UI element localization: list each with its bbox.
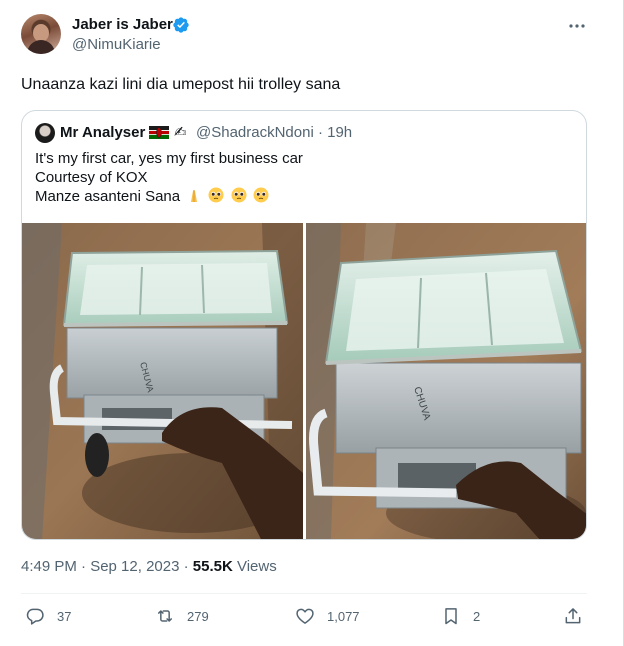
- reply-count: 37: [57, 609, 72, 624]
- quoted-handle-time[interactable]: @ShadrackNdoni · 19h: [196, 124, 352, 141]
- writing-hand-icon: ✍: [174, 124, 187, 141]
- tweet-actions: 37 279 1,077 2: [21, 600, 601, 636]
- quoted-text-line-3-text: Manze asanteni Sana: [35, 188, 181, 205]
- views-label: Views: [232, 558, 277, 575]
- folded-hands-icon: [191, 190, 198, 202]
- quoted-media: CHUVA CHUVA: [22, 223, 586, 539]
- trolley-photo-2-image: CHUVA: [306, 223, 586, 539]
- pleading-face-icon: [253, 187, 269, 203]
- kenya-flag-icon: [149, 126, 169, 139]
- heart-icon: [296, 608, 314, 624]
- tweet-timestamp: 4:49 PM · Sep 12, 2023 · 55.5K Views: [21, 558, 277, 575]
- author-handle[interactable]: @NimuKiarie: [72, 36, 161, 53]
- quoted-text-line-1: It's my first car, yes my first business…: [35, 150, 303, 167]
- quoted-text-line-3: Manze asanteni Sana: [35, 187, 269, 206]
- pleading-face-icon: [208, 187, 224, 203]
- tweet-text: Unaanza kazi lini dia umepost hii trolle…: [21, 76, 341, 93]
- action-divider: [21, 593, 587, 594]
- quoted-tweet[interactable]: Mr Analyser ✍ @ShadrackNdoni · 19h It's …: [21, 110, 587, 540]
- like-button[interactable]: 1,077: [291, 600, 391, 636]
- avatar-body: [27, 40, 55, 54]
- share-button[interactable]: [559, 600, 589, 636]
- quoted-author-name: Mr Analyser: [60, 124, 146, 141]
- trolley-photo-1-image: CHUVA: [22, 223, 303, 539]
- retweet-count: 279: [187, 609, 209, 624]
- verified-badge-icon: [173, 17, 189, 33]
- reply-button[interactable]: 37: [21, 600, 91, 636]
- bookmark-count: 2: [473, 609, 481, 624]
- retweet-icon: [158, 610, 172, 622]
- author-avatar[interactable]: [21, 14, 61, 54]
- views-count: 55.5K: [192, 558, 233, 575]
- bookmark-icon: [445, 608, 457, 625]
- author-display-name[interactable]: Jaber is Jaber: [72, 16, 173, 33]
- trolley-photo-2[interactable]: CHUVA: [306, 223, 586, 539]
- share-icon: [565, 608, 581, 624]
- tweet-header: Jaber is Jaber @NimuKiarie: [21, 14, 601, 58]
- trolley-photo-1[interactable]: CHUVA: [22, 223, 303, 539]
- tweet-card[interactable]: Jaber is Jaber @NimuKiarie Unaanza kazi …: [0, 0, 624, 646]
- bookmark-button[interactable]: 2: [437, 600, 507, 636]
- retweet-button[interactable]: 279: [151, 600, 241, 636]
- more-options-icon[interactable]: [567, 16, 587, 36]
- like-count: 1,077: [327, 609, 360, 624]
- timestamp-date[interactable]: 4:49 PM · Sep 12, 2023 ·: [21, 558, 193, 575]
- reply-icon: [26, 608, 44, 625]
- quoted-author-avatar[interactable]: [35, 123, 55, 143]
- quoted-text-line-2: Courtesy of KOX: [35, 169, 148, 186]
- pleading-face-icon: [231, 187, 247, 203]
